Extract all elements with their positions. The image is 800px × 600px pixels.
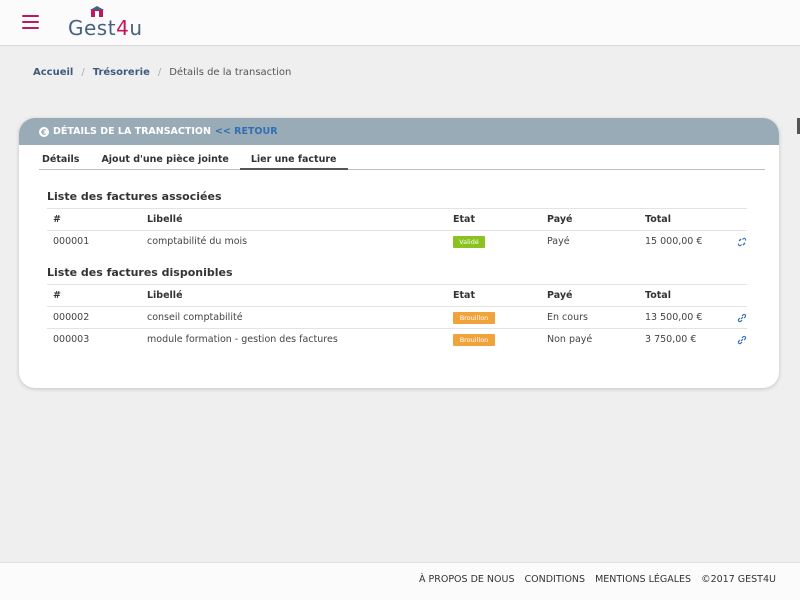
invoice-total: 13 500,00 € xyxy=(639,306,731,329)
table-row: 000002 conseil comptabilité Brouillon En… xyxy=(47,306,747,329)
invoice-number: 000001 xyxy=(47,230,141,253)
associated-invoices-table: # Libellé Etat Payé Total 000001 comptab… xyxy=(47,208,747,253)
invoice-action xyxy=(731,306,747,329)
column-header: Libellé xyxy=(141,284,447,307)
top-bar: Gest4u xyxy=(0,0,800,46)
invoice-total: 3 750,00 € xyxy=(639,328,731,351)
column-header: Libellé xyxy=(141,208,447,231)
invoice-number: 000002 xyxy=(47,306,141,329)
invoice-label: conseil comptabilité xyxy=(141,306,447,329)
column-header: Total xyxy=(639,208,731,231)
invoice-number: 000003 xyxy=(47,328,141,351)
invoice-paid: Non payé xyxy=(541,328,639,351)
card-header: DÉTAILS DE LA TRANSACTION << RETOUR xyxy=(19,118,779,145)
column-header: # xyxy=(47,208,141,231)
table-row: 000003 module formation - gestion des fa… xyxy=(47,328,747,351)
invoice-paid: En cours xyxy=(541,306,639,329)
column-header: # xyxy=(47,284,141,307)
column-header-action xyxy=(731,208,747,231)
link-icon[interactable] xyxy=(737,313,747,323)
footer-link-about[interactable]: À PROPOS DE NOUS xyxy=(419,574,515,585)
hamburger-icon[interactable] xyxy=(22,15,39,29)
associated-invoices-title: Liste des factures associées xyxy=(47,190,222,203)
breadcrumb-accueil[interactable]: Accueil xyxy=(33,67,73,78)
breadcrumb: Accueil / Trésorerie / Détails de la tra… xyxy=(33,67,291,78)
invoice-state: Brouillon xyxy=(447,328,541,351)
available-invoices-table: # Libellé Etat Payé Total 000002 conseil… xyxy=(47,284,747,351)
invoice-total: 15 000,00 € xyxy=(639,230,731,253)
logo-mark-icon xyxy=(90,6,104,17)
tab-details[interactable]: Détails xyxy=(39,154,90,170)
available-invoices-title: Liste des factures disponibles xyxy=(47,266,233,279)
breadcrumb-current: Détails de la transaction xyxy=(169,67,292,78)
logo[interactable]: Gest4u xyxy=(68,6,143,40)
logo-text: Gest4u xyxy=(68,16,143,40)
link-icon[interactable] xyxy=(737,335,747,345)
footer-link-legal[interactable]: MENTIONS LÉGALES xyxy=(595,574,691,585)
invoice-paid: Payé xyxy=(541,230,639,253)
euro-icon xyxy=(39,126,49,137)
breadcrumb-separator: / xyxy=(81,67,85,78)
footer-links: À PROPOS DE NOUS CONDITIONS MENTIONS LÉG… xyxy=(409,574,776,585)
invoice-state: Brouillon xyxy=(447,306,541,329)
column-header-action xyxy=(731,284,747,307)
column-header: Payé xyxy=(541,284,639,307)
status-badge: Validé xyxy=(453,235,485,248)
column-header: Payé xyxy=(541,208,639,231)
invoice-label: comptabilité du mois xyxy=(141,230,447,253)
breadcrumb-tresorerie[interactable]: Trésorerie xyxy=(93,67,150,78)
invoice-action xyxy=(731,230,747,253)
footer-link-conditions[interactable]: CONDITIONS xyxy=(525,574,586,585)
tab-bar: Détails Ajout d'une pièce jointe Lier un… xyxy=(39,154,765,170)
transaction-card: DÉTAILS DE LA TRANSACTION << RETOUR Déta… xyxy=(19,118,779,388)
tab-add-attachment[interactable]: Ajout d'une pièce jointe xyxy=(90,154,239,170)
footer: À PROPOS DE NOUS CONDITIONS MENTIONS LÉG… xyxy=(0,562,800,600)
table-header-row: # Libellé Etat Payé Total xyxy=(47,284,747,307)
tab-link-invoice[interactable]: Lier une facture xyxy=(239,154,348,170)
table-header-row: # Libellé Etat Payé Total xyxy=(47,208,747,231)
column-header: Etat xyxy=(447,284,541,307)
footer-copyright: ©2017 GEST4U xyxy=(701,574,776,585)
back-link[interactable]: << RETOUR xyxy=(215,126,278,137)
status-badge: Brouillon xyxy=(453,311,495,324)
card-title: DÉTAILS DE LA TRANSACTION xyxy=(53,126,211,137)
breadcrumb-separator: / xyxy=(157,67,162,78)
column-header: Total xyxy=(639,284,731,307)
unlink-icon[interactable] xyxy=(737,237,747,247)
status-badge: Brouillon xyxy=(453,333,495,346)
invoice-action xyxy=(731,328,747,351)
table-row: 000001 comptabilité du mois Validé Payé … xyxy=(47,230,747,253)
column-header: Etat xyxy=(447,208,541,231)
invoice-state: Validé xyxy=(447,230,541,253)
invoice-label: module formation - gestion des factures xyxy=(141,328,447,351)
